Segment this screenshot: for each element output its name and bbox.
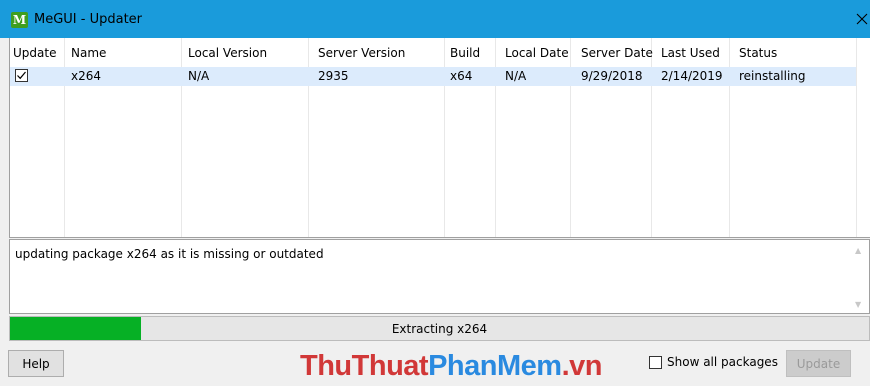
column-header-last-used[interactable]: Last Used bbox=[661, 46, 720, 60]
scroll-up-icon[interactable]: ▲ bbox=[855, 246, 861, 255]
cell-name: x264 bbox=[71, 69, 102, 83]
progress-label: Extracting x264 bbox=[391, 322, 488, 336]
watermark-part3: .vn bbox=[561, 350, 603, 382]
log-textbox[interactable]: updating package x264 as it is missing o… bbox=[9, 239, 870, 314]
table-row[interactable]: x264 N/A 2935 x64 N/A 9/29/2018 2/14/201… bbox=[10, 67, 856, 86]
close-icon bbox=[856, 13, 868, 25]
column-divider bbox=[856, 38, 857, 237]
cell-build: x64 bbox=[450, 69, 473, 83]
watermark-part1: ThuThuat bbox=[300, 350, 429, 382]
update-button[interactable]: Update bbox=[786, 350, 851, 377]
watermark-part2: PhanMem bbox=[428, 350, 562, 382]
checkbox-box[interactable] bbox=[649, 355, 662, 369]
megui-app-icon: M bbox=[11, 12, 28, 28]
column-header-status[interactable]: Status bbox=[739, 46, 777, 60]
grid-header: Update Name Local Version Server Version… bbox=[10, 38, 870, 66]
update-checkbox[interactable] bbox=[15, 69, 28, 82]
show-all-packages-checkbox[interactable]: Show all packages bbox=[649, 355, 778, 369]
cell-local-version: N/A bbox=[188, 69, 210, 83]
help-button[interactable]: Help bbox=[8, 350, 64, 377]
column-header-local-version[interactable]: Local Version bbox=[188, 46, 267, 60]
show-all-packages-label: Show all packages bbox=[667, 355, 778, 369]
log-text: updating package x264 as it is missing o… bbox=[15, 247, 324, 261]
log-scrollbar[interactable]: ▲ ▼ bbox=[852, 240, 869, 313]
window-title: MeGUI - Updater bbox=[34, 12, 143, 27]
progress-bar: Extracting x264 bbox=[9, 316, 870, 341]
column-header-build[interactable]: Build bbox=[450, 46, 480, 60]
cell-local-date: N/A bbox=[505, 69, 527, 83]
column-header-update[interactable]: Update bbox=[13, 46, 56, 60]
column-header-server-version[interactable]: Server Version bbox=[318, 46, 405, 60]
packages-grid[interactable]: Update Name Local Version Server Version… bbox=[9, 38, 870, 238]
title-bar: M MeGUI - Updater bbox=[0, 0, 870, 38]
scroll-down-icon[interactable]: ▼ bbox=[855, 300, 861, 309]
cell-server-version: 2935 bbox=[318, 69, 349, 83]
watermark-logo: ThuThuatPhanMem.vn bbox=[300, 349, 602, 383]
cell-server-date: 9/29/2018 bbox=[581, 69, 643, 83]
close-button[interactable] bbox=[824, 0, 870, 38]
checkmark-icon bbox=[17, 71, 26, 80]
cell-last-used: 2/14/2019 bbox=[661, 69, 723, 83]
column-header-server-date[interactable]: Server Date bbox=[581, 46, 653, 60]
column-header-local-date[interactable]: Local Date bbox=[505, 46, 569, 60]
column-header-name[interactable]: Name bbox=[71, 46, 106, 60]
cell-status: reinstalling bbox=[739, 69, 806, 83]
